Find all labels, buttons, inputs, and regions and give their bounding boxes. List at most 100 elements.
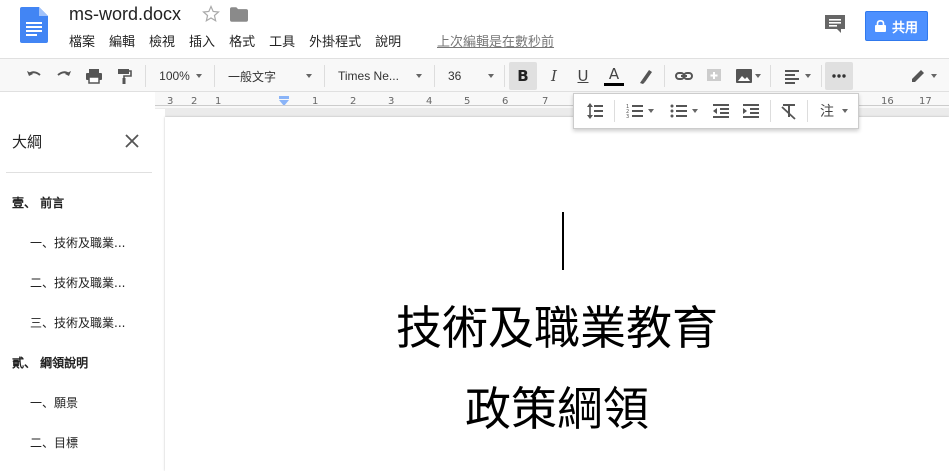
menu-addons[interactable]: 外掛程式 xyxy=(309,31,361,50)
toolbar-divider xyxy=(821,65,822,87)
share-label: 共用 xyxy=(891,20,918,36)
outline-heading[interactable]: 壹、 前言 xyxy=(12,194,64,211)
chevron-down-icon xyxy=(755,74,761,78)
align-left-icon xyxy=(785,70,799,84)
print-icon xyxy=(86,69,102,84)
font-size-value: 36 xyxy=(448,69,462,83)
toolbar-divider xyxy=(504,65,505,87)
insert-comment-button[interactable] xyxy=(701,59,727,93)
document-title-line-1[interactable]: 技術及職業教育 xyxy=(165,292,949,358)
menu-help[interactable]: 說明 xyxy=(375,31,401,50)
comments-icon[interactable] xyxy=(824,14,846,34)
overflow-toolbar: 123 注 xyxy=(573,93,859,129)
menu-insert[interactable]: 插入 xyxy=(189,31,215,50)
print-button[interactable] xyxy=(82,59,106,93)
align-select[interactable] xyxy=(777,59,817,93)
chevron-down-icon xyxy=(416,74,422,78)
redo-icon xyxy=(57,71,71,76)
lock-icon xyxy=(874,20,886,32)
text-color-label: A xyxy=(608,64,620,83)
paint-format-icon xyxy=(118,69,132,84)
toolbar-divider xyxy=(770,100,771,122)
image-icon xyxy=(736,69,752,83)
star-icon[interactable] xyxy=(202,5,220,23)
bold-button[interactable]: B xyxy=(509,62,537,90)
increase-indent-button[interactable] xyxy=(738,94,764,128)
menu-view[interactable]: 檢視 xyxy=(149,31,175,50)
bulleted-list-button[interactable] xyxy=(664,94,704,128)
italic-button[interactable]: I xyxy=(541,59,567,93)
menu-format[interactable]: 格式 xyxy=(229,31,255,50)
outline-subheading[interactable]: 二、目標 xyxy=(30,434,78,451)
toolbar-divider xyxy=(807,100,808,122)
indent-icon xyxy=(743,104,759,118)
outline-subheading[interactable]: 一、願景 xyxy=(30,394,78,411)
decrease-indent-button[interactable] xyxy=(708,94,734,128)
highlighter-icon xyxy=(640,70,652,84)
undo-button[interactable] xyxy=(22,59,46,93)
bulleted-list-icon xyxy=(670,104,687,118)
redo-button[interactable] xyxy=(52,59,76,93)
text-color-button[interactable]: A xyxy=(600,59,628,93)
font-size-select[interactable]: 36 xyxy=(442,59,500,93)
paint-format-button[interactable] xyxy=(112,59,136,93)
add-comment-icon xyxy=(707,69,721,81)
main-toolbar: 100% 一般文字 Times Ne... 36 B I U A xyxy=(0,58,949,92)
pencil-icon xyxy=(912,70,924,82)
line-spacing-button[interactable] xyxy=(582,94,608,128)
insert-image-button[interactable] xyxy=(731,59,765,93)
close-icon[interactable] xyxy=(125,134,139,148)
chevron-down-icon xyxy=(648,109,654,113)
app-header: ms-word.docx 檔案 編輯 檢視 插入 格式 工具 外掛程式 說明 上… xyxy=(0,0,949,58)
underline-button[interactable]: U xyxy=(570,59,596,93)
font-family-select[interactable]: Times Ne... xyxy=(332,59,428,93)
chevron-down-icon xyxy=(306,74,312,78)
last-edit-link[interactable]: 上次編輯是在數秒前 xyxy=(437,31,554,50)
document-outline-panel: 大綱 壹、 前言 一、技術及職業... 二、技術及職業... 三、技術及職業..… xyxy=(0,109,165,471)
svg-text:3: 3 xyxy=(626,114,629,120)
paragraph-style-select[interactable]: 一般文字 xyxy=(222,59,318,93)
zoom-value: 100% xyxy=(159,69,190,83)
insert-link-button[interactable] xyxy=(671,59,697,93)
zoom-select[interactable]: 100% xyxy=(153,59,208,93)
toolbar-divider xyxy=(214,65,215,87)
text-color-swatch xyxy=(604,82,624,86)
menu-edit[interactable]: 編輯 xyxy=(109,31,135,50)
document-title[interactable]: ms-word.docx xyxy=(69,4,181,25)
paragraph-style-value: 一般文字 xyxy=(228,69,277,84)
clear-formatting-button[interactable] xyxy=(776,94,802,128)
outline-subheading[interactable]: 一、技術及職業... xyxy=(30,234,125,251)
document-title-line-2[interactable]: 政策綱領 xyxy=(165,373,949,439)
chevron-down-icon xyxy=(488,74,494,78)
chevron-down-icon xyxy=(692,109,698,113)
link-icon xyxy=(675,72,693,80)
chevron-down-icon xyxy=(195,74,202,78)
annotation-label: 注 xyxy=(820,104,834,120)
chevron-down-icon xyxy=(842,109,848,113)
more-options-button[interactable] xyxy=(825,62,853,90)
menu-tools[interactable]: 工具 xyxy=(269,31,295,50)
text-cursor xyxy=(562,212,564,270)
share-button[interactable]: 共用 xyxy=(865,11,928,41)
menu-bar: 檔案 編輯 檢視 插入 格式 工具 外掛程式 說明 xyxy=(69,31,415,50)
outline-divider xyxy=(6,172,152,173)
annotation-select[interactable]: 注 xyxy=(813,94,855,128)
docs-logo-icon[interactable] xyxy=(20,7,48,43)
outline-subheading[interactable]: 二、技術及職業... xyxy=(30,274,125,291)
toolbar-divider xyxy=(614,100,615,122)
toolbar-divider xyxy=(770,65,771,87)
outline-subheading[interactable]: 三、技術及職業... xyxy=(30,314,125,331)
clear-formatting-icon xyxy=(781,104,796,120)
more-horizontal-icon xyxy=(832,74,846,78)
highlight-button[interactable] xyxy=(633,59,659,93)
editing-mode-select[interactable] xyxy=(903,59,943,93)
toolbar-divider xyxy=(145,65,146,87)
numbered-list-icon: 123 xyxy=(626,104,643,120)
outline-heading[interactable]: 貳、 綱領說明 xyxy=(12,354,88,371)
menu-file[interactable]: 檔案 xyxy=(69,31,95,50)
folder-icon[interactable] xyxy=(230,7,248,22)
undo-icon xyxy=(27,71,41,76)
numbered-list-button[interactable]: 123 xyxy=(620,94,660,128)
outline-title: 大綱 xyxy=(12,133,43,151)
chevron-down-icon xyxy=(931,74,937,78)
